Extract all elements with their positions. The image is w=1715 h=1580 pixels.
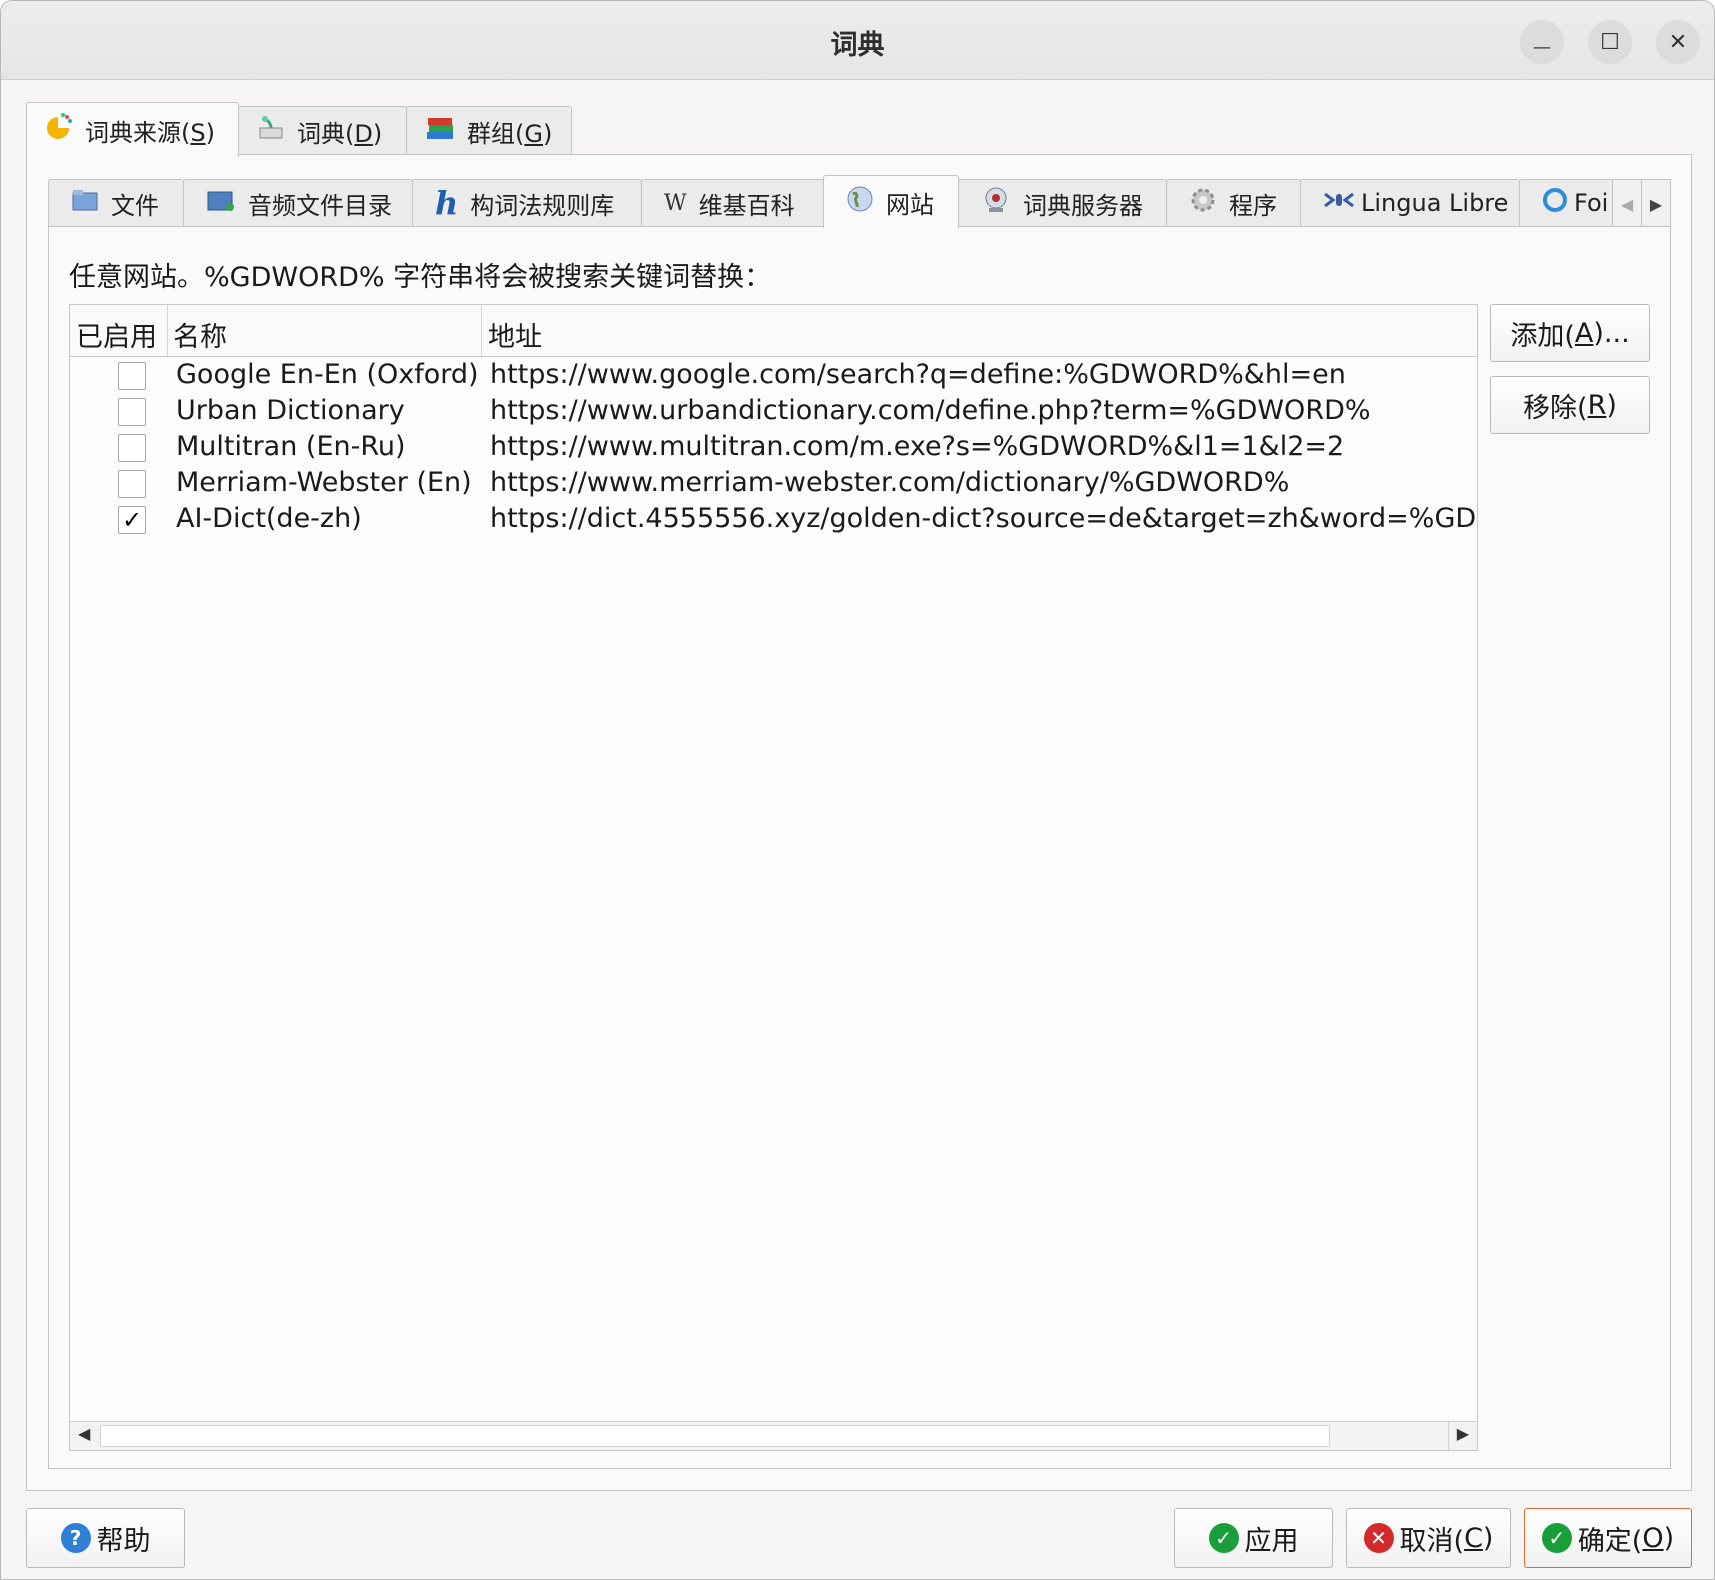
globe-icon [846,185,874,219]
tab-label: 网站 [886,190,934,219]
tab-label: 词典(D) [297,119,383,148]
chevron-left-icon: ◀ [1620,194,1634,214]
row-name: Multitran (En-Ru) [176,431,406,462]
hunspell-icon: h [435,184,459,222]
tab-sound-dirs[interactable]: 音频文件目录 [183,179,413,226]
tabs-scroll-left[interactable]: ◀ [1612,179,1642,229]
enabled-checkbox[interactable] [118,398,146,426]
dictionary-sources-icon [45,113,73,147]
header-enabled[interactable]: 已启用 [76,315,157,354]
scroll-right-icon[interactable]: ▶ [1457,1424,1469,1443]
websites-description: 任意网站。%GDWORD% 字符串将会被搜索关键词替换： [69,262,772,293]
tab-files[interactable]: 文件 [48,179,184,226]
scroll-left-icon[interactable]: ◀ [78,1424,90,1443]
tab-dictionaries[interactable]: 词典(D) [238,106,407,155]
tab-label: 构词法规则库 [470,191,615,220]
cancel-circle-icon: ✕ [1363,1523,1394,1553]
tab-label: 群组(G) [467,119,553,148]
enabled-checkbox[interactable] [118,470,146,498]
row-name: Merriam-Webster (En) [176,467,472,498]
audio-folder-icon [206,187,236,219]
help-icon: ? [60,1523,91,1553]
tab-label: Lingua Libre [1361,189,1509,217]
wikipedia-icon: W [664,190,687,216]
minimize-button[interactable]: — [1520,20,1564,64]
maximize-icon: ☐ [1600,29,1620,55]
enabled-checkbox[interactable] [118,434,146,462]
tabs-scroll-right[interactable]: ▶ [1641,179,1671,229]
dictionary-window: 词典 — ☐ ✕ 词典来源(S) 词典(D) 群组(G) 文件 音频文件目录 h… [0,0,1715,1580]
check-circle-icon: ✓ [1208,1523,1239,1553]
check-icon: ✓ [121,506,143,534]
header-address[interactable]: 地址 [488,315,542,354]
table-row[interactable]: Multitran (En-Ru) https://www.multitran.… [70,431,1477,467]
close-button[interactable]: ✕ [1656,20,1700,64]
websites-table[interactable]: 已启用 名称 地址 Google En-En (Oxford) https://… [69,304,1478,1451]
row-url: https://www.google.com/search?q=define:%… [490,359,1346,390]
books-group-icon [425,114,455,148]
tab-programs[interactable]: 程序 [1166,179,1301,226]
horizontal-scrollbar[interactable]: ◀ ▶ [70,1421,1477,1450]
tab-label: 词典来源(S) [85,118,215,147]
row-name: AI-Dict(de-zh) [176,503,362,534]
tab-morphology[interactable]: h 构词法规则库 [412,179,642,226]
folder-icon [71,187,99,219]
dict-server-icon [981,186,1011,220]
tab-dict-servers[interactable]: 词典服务器 [958,179,1167,226]
table-row[interactable]: ✓ AI-Dict(de-zh) https://dict.4555556.xy… [70,503,1477,539]
row-url: https://dict.4555556.xyz/golden-dict?sou… [490,503,1477,534]
enabled-checkbox[interactable]: ✓ [118,506,146,534]
cancel-button[interactable]: ✕ 取消(C) [1346,1508,1511,1568]
tab-label: 词典服务器 [1023,191,1143,220]
tab-wikipedia[interactable]: W 维基百科 [641,179,824,226]
scrollbar-thumb[interactable] [100,1425,1330,1447]
apply-button[interactable]: ✓ 应用 [1174,1508,1333,1568]
tab-label: Foi [1574,189,1609,217]
close-icon: ✕ [1668,29,1688,55]
tab-forvo[interactable]: Foi [1519,179,1613,226]
header-name[interactable]: 名称 [173,315,227,354]
tab-label: 音频文件目录 [248,191,392,220]
ok-button[interactable]: ✓ 确定(O) [1524,1508,1692,1568]
help-button[interactable]: ? 帮助 [26,1508,185,1568]
tab-dictionary-sources[interactable]: 词典来源(S) [26,102,239,157]
minimize-icon: — [1533,36,1551,58]
table-row[interactable]: Urban Dictionary https://www.urbandictio… [70,395,1477,431]
tab-lingua-libre[interactable]: Lingua Libre [1300,179,1520,226]
check-circle-icon: ✓ [1541,1523,1572,1553]
lingua-libre-icon [1323,188,1355,218]
forvo-icon [1542,187,1568,219]
tab-label: 文件 [111,191,159,220]
remove-button[interactable]: 移除(R) [1490,376,1650,434]
tab-label: 程序 [1229,191,1277,220]
row-name: Urban Dictionary [176,395,405,426]
row-url: https://www.multitran.com/m.exe?s=%GDWOR… [490,431,1345,462]
row-url: https://www.urbandictionary.com/define.p… [490,395,1371,426]
tab-groups[interactable]: 群组(G) [406,106,572,155]
row-url: https://www.merriam-webster.com/dictiona… [490,467,1290,498]
chevron-right-icon: ▶ [1649,194,1663,214]
gear-icon [1189,186,1217,220]
maximize-button[interactable]: ☐ [1588,20,1632,64]
table-row[interactable]: Merriam-Webster (En) https://www.merriam… [70,467,1477,503]
table-row[interactable]: Google En-En (Oxford) https://www.google… [70,359,1477,395]
tab-websites[interactable]: 网站 [823,175,959,228]
add-button[interactable]: 添加(A)... [1490,304,1650,362]
row-name: Google En-En (Oxford) [176,359,479,390]
dictionary-book-icon [257,114,285,148]
table-header: 已启用 名称 地址 [70,305,1477,357]
window-title: 词典 [830,30,885,61]
enabled-checkbox[interactable] [118,362,146,390]
tab-label: 维基百科 [698,191,795,220]
title-bar: 词典 — ☐ ✕ [1,1,1714,80]
